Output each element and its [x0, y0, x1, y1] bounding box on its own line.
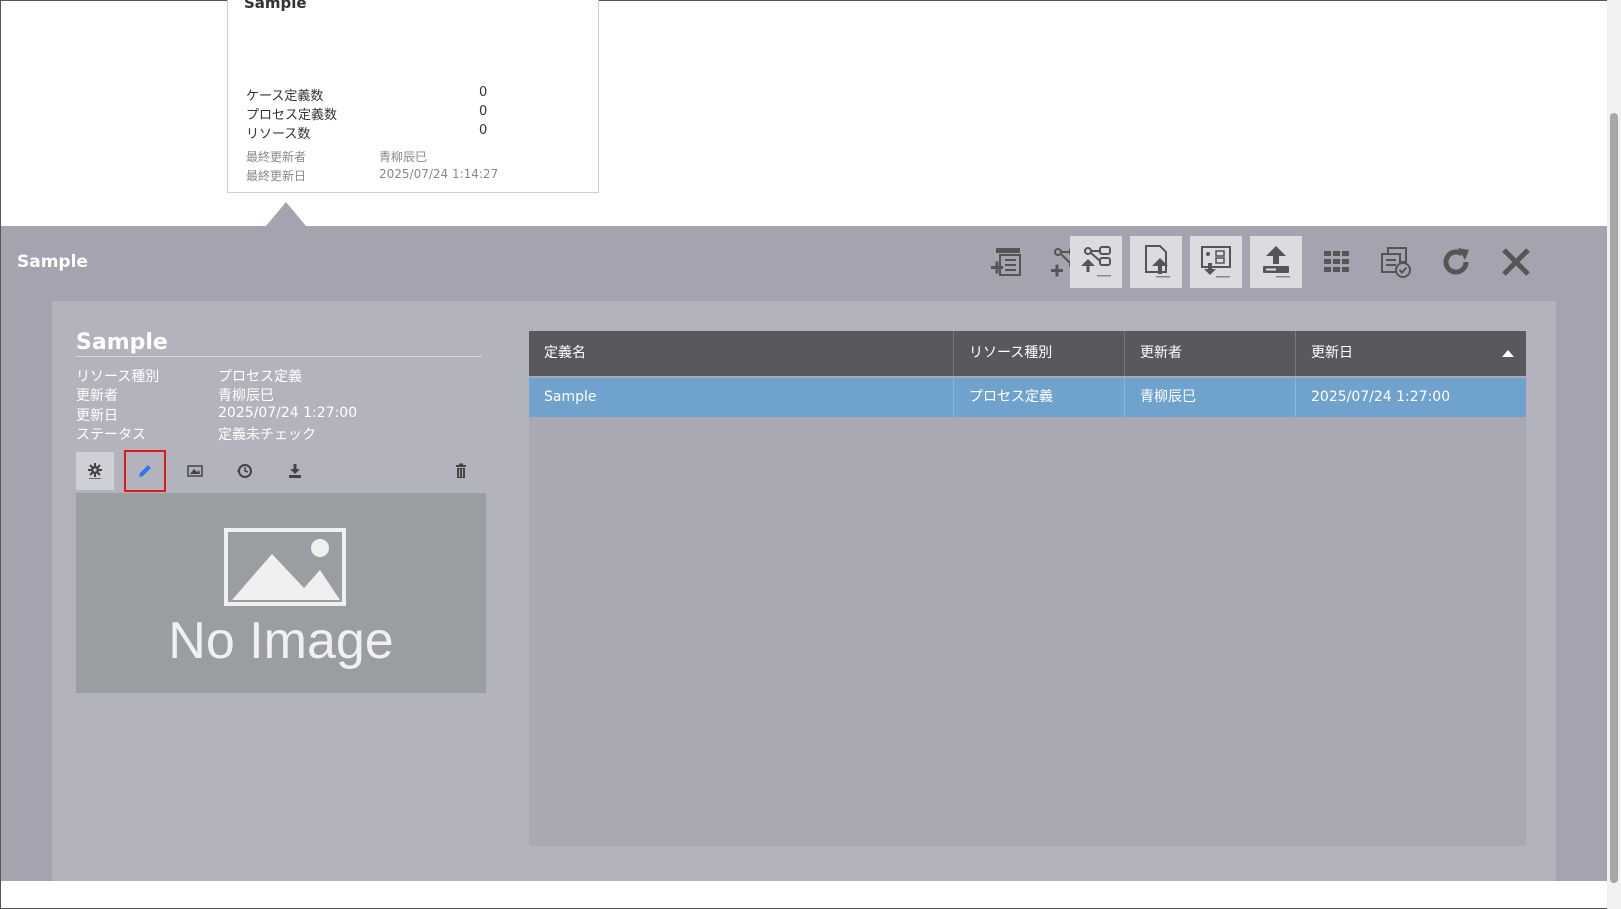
bottom-strip	[1, 881, 1607, 907]
history-button[interactable]	[226, 452, 264, 490]
detail-header: Sample	[1, 226, 1607, 301]
picture-icon	[224, 528, 346, 606]
last-updated-date: 最終更新日 2025/07/24 1:14:27	[246, 167, 499, 183]
edit-button[interactable]	[124, 450, 166, 492]
scrollbar-thumb[interactable]	[1610, 113, 1618, 883]
history-icon	[237, 464, 252, 478]
detail-updated-date: 更新日 2025/07/24 1:27:00	[76, 405, 358, 424]
upload-icon	[1263, 246, 1290, 278]
process-definition-count: プロセス定義数 0	[246, 104, 488, 123]
upload-process-button[interactable]	[1070, 236, 1122, 288]
delete-button[interactable]	[442, 452, 480, 490]
download-diagram-icon	[1201, 246, 1231, 278]
add-definition-icon	[991, 248, 1021, 276]
detail-resource-type: リソース種別 プロセス定義	[76, 369, 302, 385]
close-button[interactable]	[1490, 236, 1542, 288]
refresh-icon	[1443, 248, 1469, 275]
vertical-scrollbar[interactable]	[1607, 0, 1621, 909]
column-header-resource-type[interactable]: リソース種別	[954, 331, 1125, 376]
no-image-text: No Image	[168, 612, 394, 670]
sort-ascending-icon	[1502, 350, 1514, 357]
cell-updated-by: 青柳辰巳	[1125, 378, 1296, 417]
image-icon	[187, 465, 203, 477]
card-title: Sample	[244, 0, 307, 12]
column-header-name[interactable]: 定義名	[529, 331, 954, 376]
detail-title: Sample	[76, 330, 482, 357]
last-updated-by: 最終更新者 青柳辰巳	[246, 150, 428, 164]
grid-icon	[1324, 251, 1349, 272]
check-resources-icon	[1381, 247, 1411, 278]
detail-updated-by: 更新者 青柳辰巳	[76, 388, 274, 404]
cell-updated-date: 2025/07/24 1:27:00	[1311, 389, 1451, 405]
grid-view-button[interactable]	[1310, 236, 1362, 288]
column-header-updated-date[interactable]: 更新日	[1296, 331, 1526, 376]
case-definition-count: ケース定義数 0	[246, 85, 488, 104]
table-row[interactable]: Sample プロセス定義 青柳辰巳 2025/07/24 1:27:00	[529, 378, 1526, 417]
detail-status: ステータス 定義未チェック	[76, 427, 316, 443]
pencil-icon	[139, 465, 151, 477]
gear-icon	[88, 463, 102, 479]
upload-file-button[interactable]	[1130, 236, 1182, 288]
upload-process-icon	[1081, 246, 1111, 277]
cell-resource-type: プロセス定義	[954, 378, 1125, 417]
header-title: Sample	[17, 252, 88, 272]
card-pointer	[266, 202, 306, 226]
trash-icon	[456, 463, 466, 478]
cell-name: Sample	[529, 378, 954, 417]
upload-file-icon	[1145, 245, 1170, 278]
upload-button[interactable]	[1250, 236, 1302, 288]
image-placeholder: No Image	[76, 493, 486, 693]
resource-card[interactable]: Sample ケース定義数 0 プロセス定義数 0 リソース数 0 最終更新者 …	[227, 0, 599, 193]
add-definition-button[interactable]	[980, 236, 1032, 288]
download-diagram-button[interactable]	[1190, 236, 1242, 288]
close-icon	[1502, 248, 1530, 276]
resource-count: リソース数 0	[246, 123, 488, 142]
column-header-updated-by[interactable]: 更新者	[1125, 331, 1296, 376]
download-icon	[289, 464, 301, 478]
check-resources-button[interactable]	[1370, 236, 1422, 288]
table-header: 定義名 リソース種別 更新者 更新日	[529, 331, 1526, 376]
settings-button[interactable]	[76, 452, 114, 490]
image-button[interactable]	[176, 452, 214, 490]
refresh-button[interactable]	[1430, 236, 1482, 288]
download-button[interactable]	[276, 452, 314, 490]
